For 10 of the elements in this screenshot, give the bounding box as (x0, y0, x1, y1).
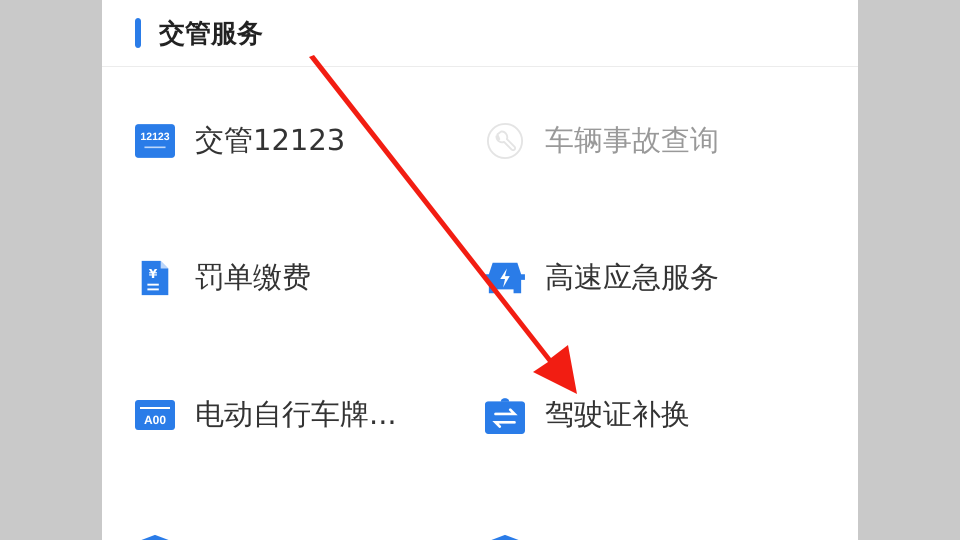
section-accent-bar (135, 18, 141, 48)
wrench-icon (485, 122, 525, 160)
service-label[interactable]: 驾驶证补换 (545, 394, 690, 434)
service-label[interactable]: 交管12123 (195, 120, 346, 160)
app-logo-icon: 12123 (135, 122, 175, 160)
service-label[interactable]: 电动自行车牌... (195, 394, 397, 434)
section-title: 交管服务 (159, 18, 263, 50)
service-label[interactable]: 罚单缴费 (195, 258, 311, 298)
swap-card-icon (485, 396, 525, 434)
service-label[interactable]: 高速应急服务 (545, 258, 719, 298)
